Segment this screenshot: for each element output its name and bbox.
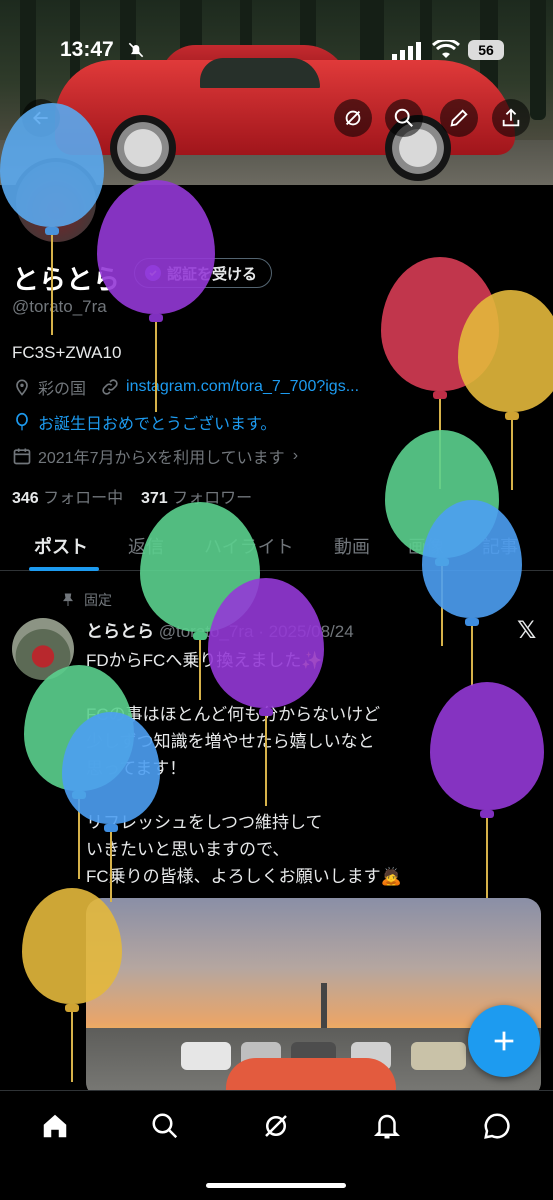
tab-videos[interactable]: 動画 xyxy=(334,527,370,559)
signal-icon xyxy=(392,42,421,60)
bell-off-icon xyxy=(128,42,144,58)
nav-notifications[interactable] xyxy=(370,1109,404,1143)
bell-icon xyxy=(373,1114,401,1139)
home-indicator xyxy=(206,1183,346,1188)
profile-meta-row: 彩の国 instagram.com/tora_7_700?igs... xyxy=(12,375,359,399)
following-link[interactable]: 346 フォロー中 xyxy=(12,490,123,507)
joined-date: 2021年7月からXを利用しています xyxy=(38,450,285,467)
status-bar: 13:47 56 xyxy=(0,0,553,90)
search-icon xyxy=(394,108,413,127)
following-label: フォロー中 xyxy=(43,490,124,507)
profile-link[interactable]: instagram.com/tora_7_700?igs... xyxy=(126,378,359,396)
joined-row[interactable]: 2021年7月からXを利用しています › xyxy=(12,444,298,468)
birthday-row: お誕生日おめでとうございます。 xyxy=(12,410,276,434)
active-tab-indicator xyxy=(29,567,99,571)
battery-indicator: 56 xyxy=(468,40,504,60)
link-icon xyxy=(100,377,120,397)
status-time: 13:47 xyxy=(60,38,114,61)
edit-button[interactable] xyxy=(440,99,478,137)
post-image[interactable] xyxy=(86,898,541,1098)
home-icon xyxy=(43,1114,67,1138)
message-icon xyxy=(484,1113,510,1139)
tab-posts[interactable]: ポスト xyxy=(34,527,88,559)
following-count: 346 xyxy=(12,490,39,507)
birthday-message: お誕生日おめでとうございます。 xyxy=(38,416,277,433)
edit-icon xyxy=(450,109,468,127)
chevron-right-icon: › xyxy=(292,447,299,464)
pinned-indicator: 固定 xyxy=(60,590,112,610)
profile-location: 彩の国 xyxy=(38,381,87,398)
nav-messages[interactable] xyxy=(480,1109,514,1143)
wifi-icon xyxy=(432,40,460,58)
share-button[interactable] xyxy=(492,99,530,137)
post-author-name[interactable]: とらとら xyxy=(86,622,154,641)
share-icon xyxy=(502,108,520,127)
x-logo-icon: 𝕏 xyxy=(517,617,537,644)
balloon-icon xyxy=(12,412,32,432)
followers-count: 371 xyxy=(140,490,168,507)
search-icon xyxy=(152,1113,178,1139)
grok-icon xyxy=(345,110,361,126)
pinned-label: 固定 xyxy=(84,592,112,608)
compose-post-button[interactable] xyxy=(468,1005,540,1077)
profile-handle: @torato_7ra xyxy=(12,297,107,316)
nav-search[interactable] xyxy=(148,1109,182,1143)
plus-icon xyxy=(494,1031,514,1051)
calendar-icon xyxy=(12,446,32,466)
grok-icon xyxy=(265,1115,287,1137)
pin-icon xyxy=(63,593,73,606)
search-button[interactable] xyxy=(385,99,423,137)
profile-bio: FC3S+ZWA10 xyxy=(12,343,122,362)
nav-grok[interactable] xyxy=(259,1109,293,1143)
bottom-nav xyxy=(0,1090,553,1200)
grok-button[interactable] xyxy=(334,99,372,137)
nav-home[interactable] xyxy=(38,1109,72,1143)
location-icon xyxy=(12,377,32,397)
